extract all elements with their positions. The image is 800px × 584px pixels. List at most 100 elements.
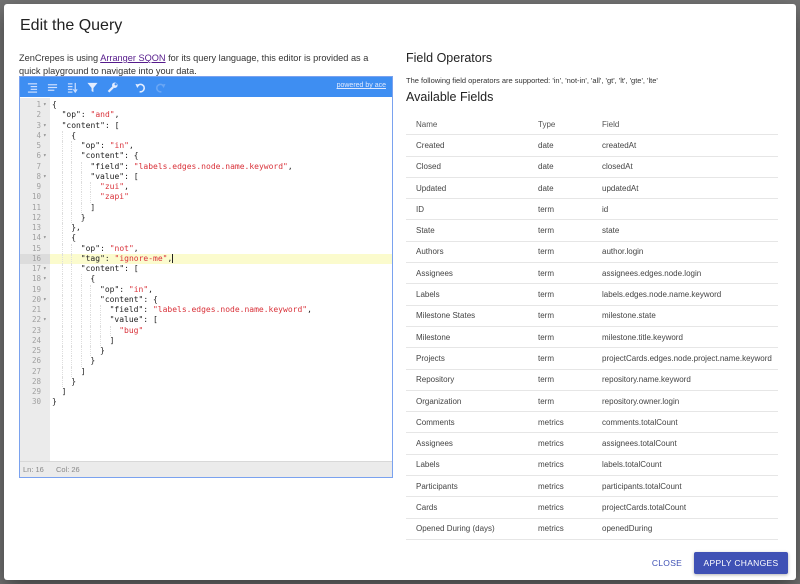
- wrench-icon[interactable]: [104, 79, 120, 95]
- table-row: Opened During (days) metrics openedDuring: [406, 518, 778, 540]
- punctuation-token: ,: [124, 182, 129, 191]
- sort-icon[interactable]: [64, 79, 80, 95]
- line-number: 27: [31, 366, 41, 376]
- code-lines[interactable]: 1 ▾{2 "op": "and", 3 ▾ "content": [4 ▾{5 "op": …: [20, 100, 392, 408]
- code-area[interactable]: 1 ▾{2 "op": "and", 3 ▾ "content": [4 ▾{5 "op": …: [20, 98, 392, 462]
- punctuation-token: {: [90, 274, 96, 284]
- code-line[interactable]: 17 ▾ "content": [: [20, 264, 392, 275]
- format-indent-icon[interactable]: [24, 79, 40, 95]
- dialog-title: Edit the Query: [20, 17, 123, 34]
- cell-field: openedDuring: [592, 518, 778, 540]
- table-row: Updated date updatedAt: [406, 177, 778, 200]
- code-line[interactable]: 26}: [20, 356, 392, 367]
- code-text: "value": [: [110, 315, 158, 325]
- fold-arrow-icon[interactable]: ▾: [43, 100, 47, 110]
- cell-name: Projects: [406, 347, 528, 370]
- cell-name: Closed: [406, 156, 528, 178]
- fold-arrow-icon[interactable]: ▾: [43, 264, 47, 274]
- punctuation-token: ]: [61, 387, 67, 396]
- code-line[interactable]: 6 ▾ "content": {: [20, 151, 392, 162]
- code-line[interactable]: 22 ▾ "value": [: [20, 315, 392, 326]
- code-line[interactable]: 28}: [20, 376, 392, 387]
- code-line[interactable]: 30}: [20, 397, 392, 407]
- code-line[interactable]: 9 "zui",: [20, 182, 392, 193]
- code-text: "field": "labels.edges.node.name.keyword…: [110, 305, 312, 315]
- code-text: "content": [: [62, 121, 120, 131]
- indent-guide: [61, 233, 64, 244]
- cell-name: Cards: [406, 496, 528, 519]
- fold-arrow-icon[interactable]: ▾: [43, 233, 47, 243]
- code-line[interactable]: 5 "op": "in",: [20, 141, 392, 152]
- line-number: 13: [31, 223, 41, 232]
- close-button[interactable]: CLOSE: [644, 552, 690, 574]
- code-line[interactable]: 21 "field": "labels.edges.node.name.keywo…: [20, 305, 392, 316]
- code-line[interactable]: 10 "zapi": [20, 192, 392, 203]
- punctuation-token: ,: [307, 305, 312, 314]
- string-token: "zui": [100, 182, 125, 191]
- code-line[interactable]: 24]: [20, 335, 392, 346]
- code-line[interactable]: 23 "bug": [20, 325, 392, 336]
- punctuation-token: }: [80, 212, 86, 222]
- fold-arrow-icon[interactable]: ▾: [43, 295, 47, 305]
- code-line[interactable]: 11]: [20, 202, 392, 213]
- arranger-sqon-link[interactable]: Arranger SQON: [100, 53, 165, 63]
- indent-guide: [71, 151, 73, 162]
- fold-arrow-icon[interactable]: ▾: [43, 151, 47, 161]
- format-align-icon[interactable]: [44, 79, 60, 95]
- code-line[interactable]: 1 ▾{: [20, 100, 392, 110]
- code-line[interactable]: 2 "op": "and",: [20, 110, 392, 120]
- indent-guide: [71, 161, 73, 172]
- indent-guide: [61, 325, 64, 336]
- available-fields-heading: Available Fields: [406, 90, 494, 104]
- string-token: "and": [90, 110, 115, 120]
- line-number: 5: [36, 141, 41, 150]
- indent-guide: [71, 325, 73, 336]
- code-line[interactable]: 8 ▾ "value": [: [20, 171, 392, 182]
- line-number: 9: [36, 182, 41, 191]
- code-line[interactable]: 7 "field": "labels.edges.node.name.keywor…: [20, 161, 392, 172]
- fold-arrow-icon[interactable]: ▾: [43, 121, 47, 131]
- fold-arrow-icon[interactable]: ▾: [43, 274, 47, 284]
- indent-guide: [90, 294, 92, 305]
- cell-type: date: [528, 134, 592, 157]
- cell-name: Authors: [406, 241, 528, 264]
- table-row: Milestone States term milestone.state: [406, 305, 778, 327]
- string-token: "labels.edges.node.name.keyword": [152, 305, 308, 314]
- code-line[interactable]: 14 ▾{: [20, 233, 392, 244]
- punctuation-token: }: [52, 397, 57, 407]
- code-line[interactable]: 20 ▾ "content": {: [20, 294, 392, 305]
- code-line[interactable]: 27]: [20, 366, 392, 377]
- code-line[interactable]: 25}: [20, 346, 392, 357]
- string-token: "in": [128, 284, 149, 294]
- punctuation-token: "tag":: [80, 253, 115, 263]
- punctuation-token: ,: [114, 110, 120, 120]
- code-line[interactable]: 3 ▾ "content": [: [20, 121, 392, 131]
- code-line[interactable]: 18 ▾{: [20, 274, 392, 285]
- redo-icon[interactable]: [152, 79, 168, 95]
- fold-arrow-icon[interactable]: ▾: [43, 315, 47, 325]
- powered-by-ace-link[interactable]: powered by ace: [337, 82, 386, 89]
- indent-guide: [80, 325, 83, 336]
- code-text: }: [71, 377, 76, 387]
- code-line[interactable]: 16 "tag": "ignore-me",: [20, 253, 392, 264]
- fold-arrow-icon[interactable]: ▾: [43, 131, 47, 141]
- punctuation-token: "field":: [90, 161, 134, 171]
- code-line[interactable]: 29]: [20, 387, 392, 397]
- code-line[interactable]: 19 "op": "in",: [20, 284, 392, 295]
- query-editor[interactable]: powered by ace 1 ▾{2 "op": "and", 3 ▾ "conten…: [19, 76, 393, 478]
- fold-arrow-icon[interactable]: ▾: [43, 172, 47, 182]
- indent-guide: [71, 346, 73, 357]
- code-line[interactable]: 15 "op": "not",: [20, 243, 392, 254]
- cell-field: comments.totalCount: [592, 411, 778, 434]
- code-line[interactable]: 4 ▾{: [20, 130, 392, 141]
- table-row: Labels term labels.edges.node.name.keyword: [406, 283, 778, 306]
- undo-icon[interactable]: [132, 79, 148, 95]
- cell-type: metrics: [528, 411, 592, 434]
- code-line[interactable]: 12}: [20, 212, 392, 223]
- code-line[interactable]: 13},: [20, 223, 392, 234]
- filter-icon[interactable]: [84, 79, 100, 95]
- indent-guide: [80, 161, 83, 172]
- cell-type: metrics: [528, 518, 592, 540]
- apply-changes-button[interactable]: APPLY CHANGES: [694, 552, 788, 574]
- punctuation-token: {: [71, 233, 77, 243]
